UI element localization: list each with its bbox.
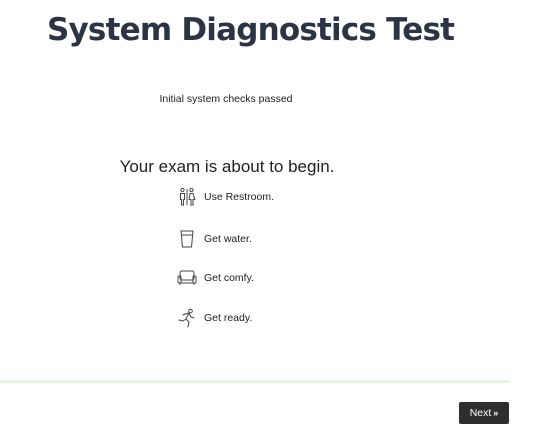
next-button-label: Next bbox=[469, 407, 492, 419]
checklist-item-comfy: Get comfy. bbox=[176, 268, 254, 288]
checklist-label: Get ready. bbox=[204, 312, 253, 324]
checklist-label: Get water. bbox=[204, 233, 252, 245]
exam-heading: Your exam is about to begin. bbox=[119, 157, 335, 176]
water-glass-icon bbox=[176, 229, 198, 249]
checklist-item-restroom: Use Restroom. bbox=[176, 187, 274, 207]
checklist-label: Get comfy. bbox=[204, 272, 254, 284]
restroom-icon bbox=[176, 187, 198, 207]
next-button[interactable]: Next » bbox=[459, 402, 509, 424]
runner-icon bbox=[176, 308, 198, 328]
status-message: Initial system checks passed bbox=[159, 93, 293, 105]
checklist-label: Use Restroom. bbox=[204, 191, 275, 203]
couch-icon bbox=[176, 268, 198, 288]
footer-divider bbox=[0, 380, 510, 383]
page-title: System Diagnostics Test bbox=[47, 12, 455, 48]
checklist-item-water: Get water. bbox=[176, 229, 252, 249]
checklist-item-ready: Get ready. bbox=[176, 308, 252, 328]
double-chevron-right-icon: » bbox=[493, 408, 499, 418]
diagnostics-page: System Diagnostics Test Initial system c… bbox=[0, 0, 554, 430]
